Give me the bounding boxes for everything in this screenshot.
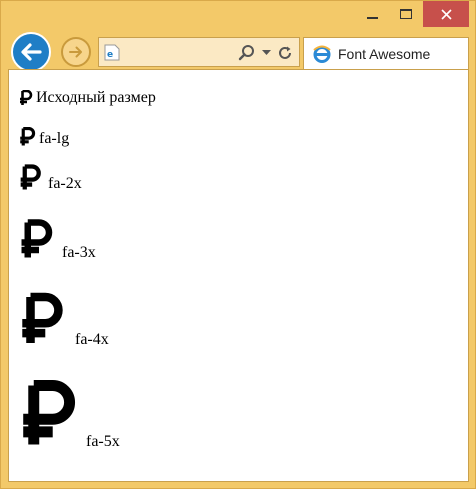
close-button[interactable] xyxy=(423,1,469,27)
size-label: fa-5x xyxy=(86,433,120,450)
size-label: Исходный размер xyxy=(36,89,156,106)
svg-text:e: e xyxy=(107,50,113,60)
minimize-button[interactable] xyxy=(355,1,389,27)
close-icon xyxy=(440,8,452,20)
browser-window: e Font Awesome Исходный размер fa-lg fa-… xyxy=(0,0,476,489)
list-item: fa-5x xyxy=(19,380,120,450)
dropdown-icon[interactable] xyxy=(262,50,271,56)
address-tools xyxy=(238,43,293,63)
list-item: Исходный размер xyxy=(19,90,156,106)
address-bar[interactable]: e xyxy=(98,37,300,67)
refresh-icon[interactable] xyxy=(277,45,293,61)
search-icon[interactable] xyxy=(238,44,256,62)
forward-button[interactable] xyxy=(61,37,91,67)
page-icon: e xyxy=(104,44,120,61)
ruble-icon xyxy=(23,380,76,445)
list-item: fa-3x xyxy=(19,219,96,261)
list-item: fa-lg xyxy=(19,127,69,147)
list-item: fa-4x xyxy=(19,292,109,348)
size-label: fa-lg xyxy=(39,130,70,147)
tab-font-awesome[interactable]: Font Awesome xyxy=(303,37,469,69)
minimize-icon xyxy=(366,17,378,19)
maximize-button[interactable] xyxy=(389,1,423,27)
back-arrow-icon xyxy=(21,43,42,61)
back-button[interactable] xyxy=(11,32,51,72)
maximize-icon xyxy=(400,9,412,19)
size-label: fa-2x xyxy=(48,175,82,192)
list-item: fa-2x xyxy=(19,164,82,192)
window-controls xyxy=(355,1,469,27)
tab-label: Font Awesome xyxy=(338,45,431,62)
ruble-icon xyxy=(21,219,53,258)
ie-icon xyxy=(313,45,331,63)
ruble-icon xyxy=(20,90,33,105)
ruble-icon xyxy=(20,164,41,190)
ruble-icon xyxy=(22,292,63,343)
forward-arrow-icon xyxy=(69,46,82,58)
page-content: Исходный размер fa-lg fa-2x fa-3x fa-4x xyxy=(8,69,469,482)
size-label: fa-4x xyxy=(75,331,109,348)
size-label: fa-3x xyxy=(62,244,96,261)
ruble-icon xyxy=(20,127,36,146)
